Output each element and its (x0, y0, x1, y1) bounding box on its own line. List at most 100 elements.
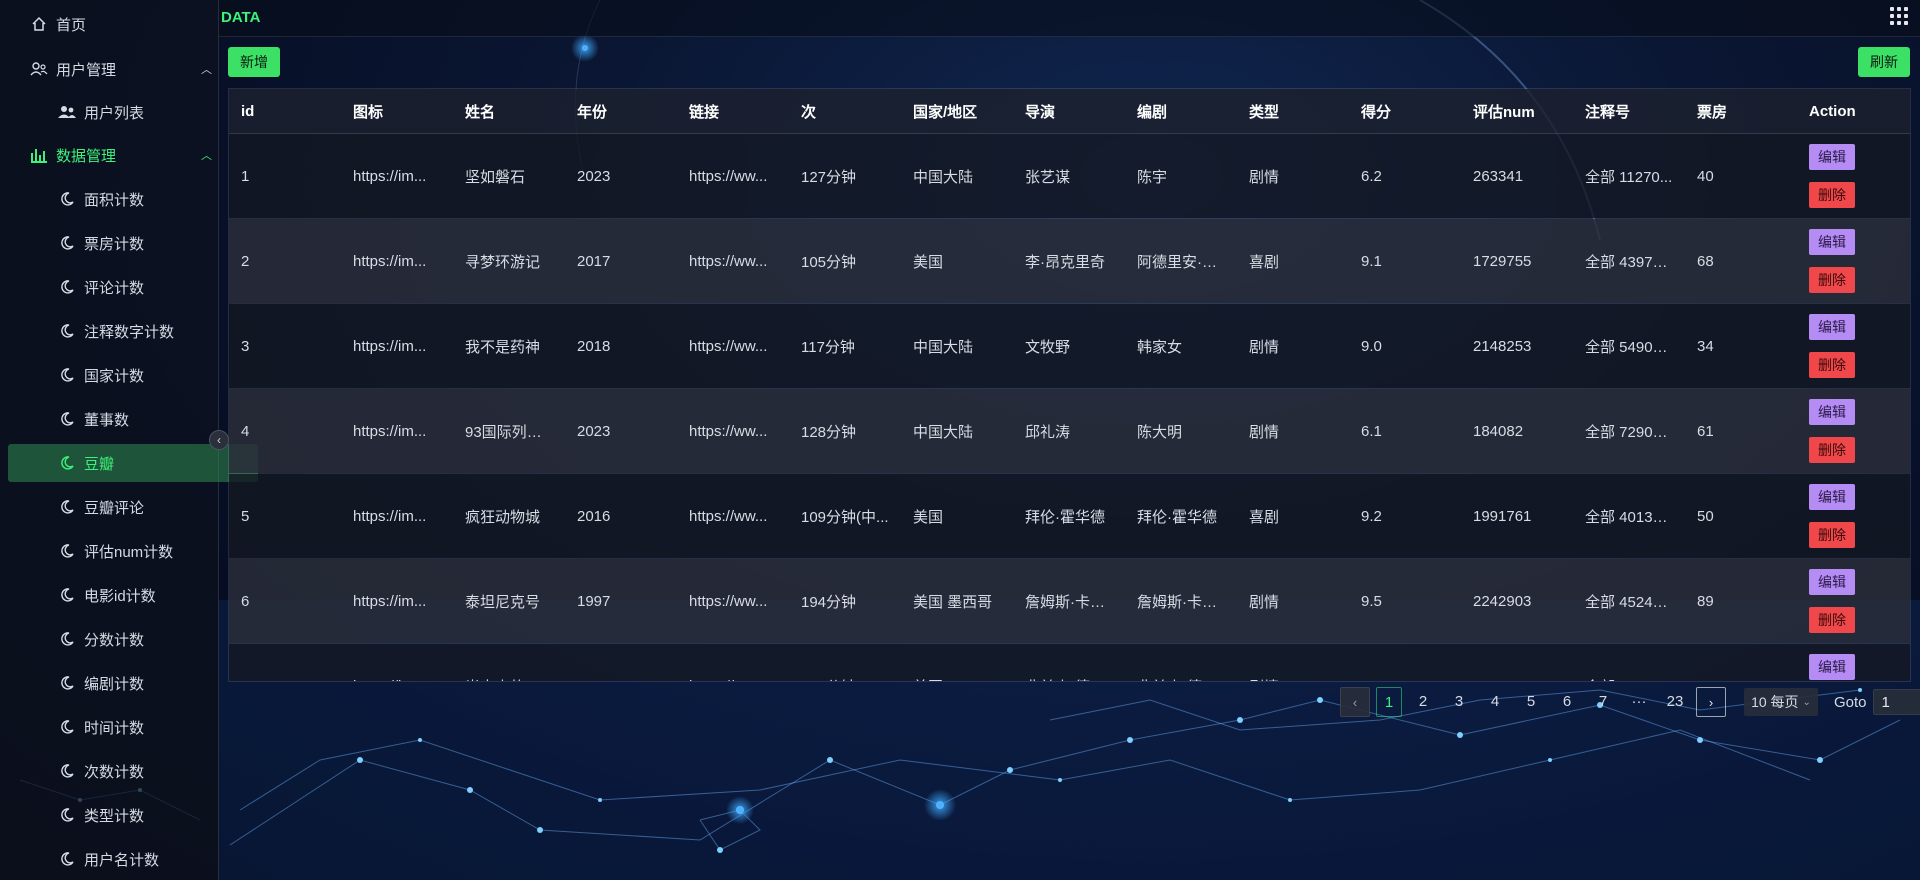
table-row[interactable]: 1 https://im... 坚如磐石 2023 https://ww... 127分钟… (229, 133, 1910, 219)
table-cell: https://ww... (677, 643, 789, 681)
sidebar-item[interactable]: 评估num计数 (8, 532, 258, 570)
delete-button[interactable]: 删除 (1809, 267, 1855, 293)
table-row[interactable]: 2 https://im... 寻梦环游记 2017 https://ww... 105分… (229, 218, 1910, 304)
sidebar-item[interactable]: 用户管理 ︿ (8, 50, 230, 88)
table-cell: 美国 (901, 643, 1013, 681)
table-cell: 9.2 (1349, 473, 1461, 559)
data-table-container[interactable]: id 图标 姓名 年份 链接次国家/地区 导演 编剧 类型 得分 评估num 注释号 票房 Action… (228, 88, 1911, 682)
action-buttons: 编辑删除 (1809, 229, 1898, 293)
page-number[interactable]: 5 (1516, 687, 1546, 715)
prev-page-button[interactable]: ‹ (1340, 687, 1370, 717)
sidebar-item[interactable]: 数据管理 ︿ (8, 136, 230, 174)
table-row[interactable]: 4 https://im... 93国际列车... 2023 https://ww...… (229, 388, 1910, 474)
sidebar-item[interactable]: 编剧计数 (8, 664, 258, 702)
sidebar-item[interactable]: 用户名计数 (8, 840, 258, 878)
sidebar-item[interactable]: 评论计数 (8, 268, 258, 306)
table-row[interactable]: 6 https://im... 泰坦尼克号 1997 https://ww... 194分… (229, 558, 1910, 644)
delete-button[interactable]: 删除 (1809, 522, 1855, 548)
edit-button[interactable]: 编辑 (1809, 654, 1855, 680)
sidebar-item[interactable]: 时间计数 (8, 708, 258, 746)
chevron-down-icon: ⌄ (1802, 696, 1811, 708)
edit-button[interactable]: 编辑 (1809, 229, 1855, 255)
grid-dots-icon[interactable] (1890, 7, 1908, 25)
table-cell: 93国际列车... (453, 388, 565, 474)
sidebar-item[interactable]: 分数计数 (8, 620, 258, 658)
sidebar-item[interactable]: 面积计数 (8, 180, 258, 218)
column-header: 注释号 (1573, 89, 1685, 134)
edit-button[interactable]: 编辑 (1809, 399, 1855, 425)
page-number[interactable]: 3 (1444, 687, 1474, 715)
page-number[interactable]: 6 (1552, 687, 1582, 715)
table-cell: 弗兰克·德拉... (1125, 643, 1237, 681)
table-cell: 2148253 (1461, 303, 1573, 389)
table-cell: 1 (229, 133, 341, 219)
column-header: 编剧 (1125, 89, 1237, 134)
page-number[interactable]: 2 (1408, 687, 1438, 715)
table-cell: 127分钟 (789, 133, 901, 219)
table-row[interactable]: 5 https://im... 疯狂动物城 2016 https://ww... 109分… (229, 473, 1910, 559)
table-cell: 128分钟 (789, 388, 901, 474)
action-cell: 编辑删除 (1797, 558, 1910, 644)
table-cell: 全部 43971... (1573, 218, 1685, 304)
delete-button[interactable]: 删除 (1809, 182, 1855, 208)
sidebar-item[interactable]: 类型计数 (8, 796, 258, 834)
user-group-icon (56, 101, 78, 123)
table-row[interactable]: 7https://im...肖申克的救赎1994https://ww...142… (229, 643, 1910, 681)
table-cell: 4 (229, 388, 341, 474)
table-cell: 2016 (565, 473, 677, 559)
sidebar-item[interactable]: 用户列表 (8, 93, 258, 131)
sidebar-item[interactable]: 注释数字计数 (8, 312, 258, 350)
users-icon (28, 58, 50, 80)
edit-button[interactable]: 编辑 (1809, 569, 1855, 595)
moon-icon (56, 232, 78, 254)
action-buttons: 编辑删除 (1809, 569, 1898, 633)
action-buttons: 编辑删除 (1809, 314, 1898, 378)
table-cell: 剧情 (1237, 558, 1349, 644)
column-header: 链接 (677, 89, 789, 134)
table-cell: https://ww... (677, 303, 789, 389)
page-number[interactable]: 23 (1660, 687, 1690, 715)
table-row[interactable]: 3 https://im... 我不是药神 2018 https://ww... 117分… (229, 303, 1910, 389)
delete-button[interactable]: 删除 (1809, 607, 1855, 633)
table-cell: 34 (1685, 303, 1797, 389)
table-cell: 117分钟 (789, 303, 901, 389)
table-cell: 6.2 (1349, 133, 1461, 219)
goto-label: Goto (1834, 693, 1867, 711)
table-cell: 文牧野 (1013, 303, 1125, 389)
sidebar-item[interactable]: 票房计数 (8, 224, 258, 262)
sidebar-item[interactable]: 次数计数 (8, 752, 258, 790)
page-number[interactable]: ··· (1624, 687, 1654, 715)
edit-button[interactable]: 编辑 (1809, 144, 1855, 170)
sidebar-item-label: 时间计数 (84, 719, 145, 737)
goto-input[interactable] (1872, 689, 1920, 715)
page-size-select[interactable]: 10 每页 ⌄ (1744, 688, 1818, 716)
action-buttons: 编辑删除 (1809, 144, 1898, 208)
moon-icon (56, 760, 78, 782)
delete-button[interactable]: 删除 (1809, 437, 1855, 463)
next-page-button[interactable]: › (1696, 687, 1726, 717)
edit-button[interactable]: 编辑 (1809, 484, 1855, 510)
page-number[interactable]: 4 (1480, 687, 1510, 715)
table-cell: 68 (1685, 218, 1797, 304)
action-cell: 编辑删除 (1797, 388, 1910, 474)
sidebar-item-label: 董事数 (84, 411, 130, 429)
edit-button[interactable]: 编辑 (1809, 314, 1855, 340)
add-button[interactable]: 新增 (228, 47, 280, 77)
table-cell: 40 (1685, 133, 1797, 219)
column-header: 类型 (1237, 89, 1349, 134)
sidebar-item[interactable]: 首页 (8, 5, 230, 43)
table-cell: https://im... (341, 218, 453, 304)
table-cell: 詹姆斯·卡梅... (1013, 558, 1125, 644)
page-number[interactable]: 7 (1588, 687, 1618, 715)
sidebar-item[interactable]: 国家计数 (8, 356, 258, 394)
collapse-sidebar-button[interactable]: ‹ (209, 430, 229, 450)
page-number[interactable]: 1 (1376, 687, 1402, 717)
sidebar-item[interactable]: 电影id计数 (8, 576, 258, 614)
moon-icon (56, 276, 78, 298)
sidebar-item-label: 数据管理 (56, 147, 117, 165)
table-header-row: id 图标 姓名 年份 链接次国家/地区 导演 编剧 类型 得分 评估num 注释号 票房 Action (229, 89, 1910, 134)
delete-button[interactable]: 删除 (1809, 352, 1855, 378)
sidebar-item[interactable]: 豆瓣评论 (8, 488, 258, 526)
table-cell: 89 (1685, 558, 1797, 644)
refresh-button[interactable]: 刷新 (1858, 47, 1910, 77)
